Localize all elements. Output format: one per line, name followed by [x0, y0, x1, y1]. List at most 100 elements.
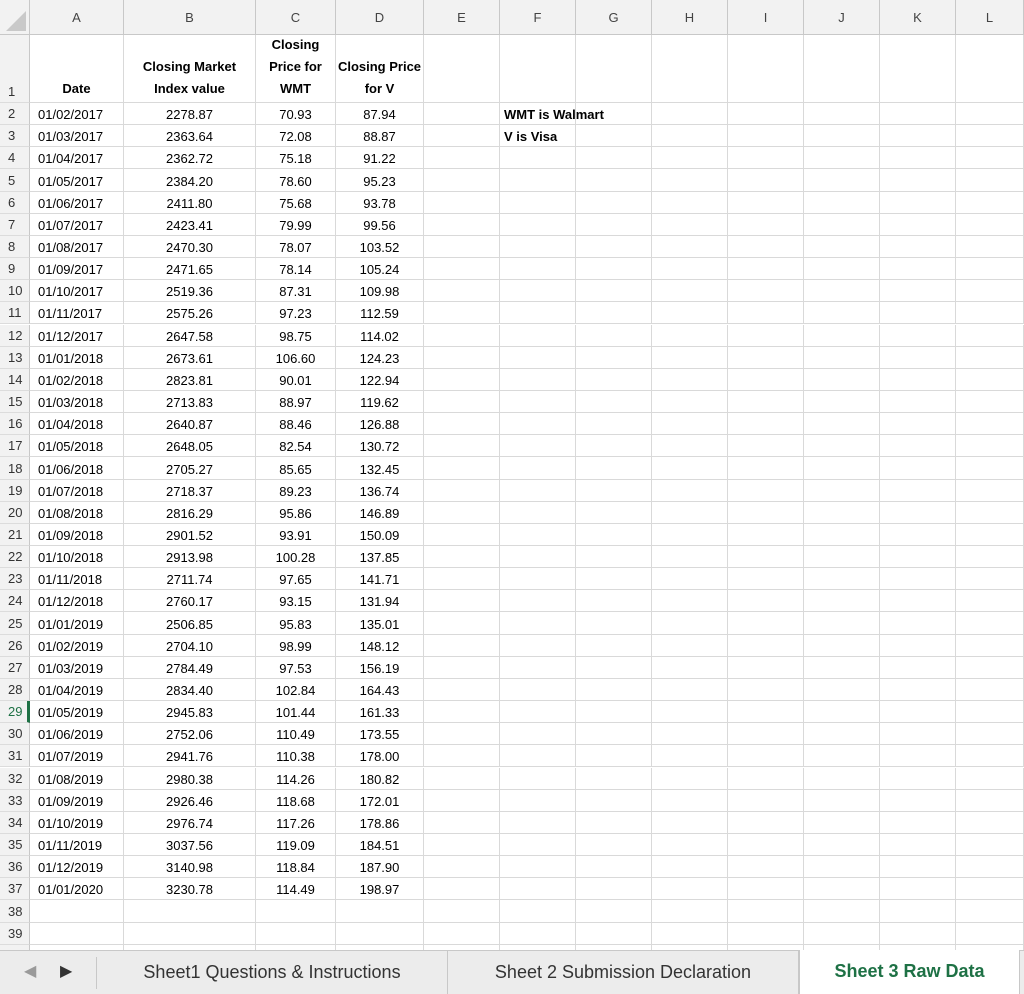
cell-f25[interactable] [500, 612, 576, 635]
row-header-27[interactable]: 27 [0, 656, 30, 679]
cell-g30[interactable] [576, 723, 652, 746]
row-header-12[interactable]: 12 [0, 324, 30, 347]
cell-i34[interactable] [728, 811, 804, 834]
cell-d28[interactable]: 164.43 [336, 678, 424, 702]
cell-h18[interactable] [652, 457, 728, 480]
cell-l12[interactable] [956, 324, 1024, 347]
cell-l28[interactable] [956, 678, 1024, 702]
cell-f12[interactable] [500, 324, 576, 347]
cell-k20[interactable] [880, 501, 956, 524]
cell-c39[interactable] [256, 922, 336, 945]
row-header-14[interactable]: 14 [0, 368, 30, 391]
cell-j3[interactable] [804, 125, 880, 148]
cell-g12[interactable] [576, 324, 652, 347]
cell-e20[interactable] [424, 501, 500, 524]
cell-e18[interactable] [424, 457, 500, 480]
cell-h1[interactable] [652, 35, 728, 103]
cell-f11[interactable] [500, 302, 576, 325]
column-header-g[interactable]: G [576, 0, 652, 35]
cell-k32[interactable] [880, 767, 956, 790]
cell-b4[interactable]: 2362.72 [124, 147, 256, 170]
cell-g28[interactable] [576, 678, 652, 702]
cell-h26[interactable] [652, 634, 728, 657]
row-header-25[interactable]: 25 [0, 612, 30, 635]
cell-c9[interactable]: 78.14 [256, 258, 336, 281]
cell-c8[interactable]: 78.07 [256, 235, 336, 259]
cell-e32[interactable] [424, 767, 500, 790]
row-header-18[interactable]: 18 [0, 457, 30, 480]
row-header-26[interactable]: 26 [0, 634, 30, 657]
cell-l3[interactable] [956, 125, 1024, 148]
cell-j35[interactable] [804, 833, 880, 857]
cell-k10[interactable] [880, 280, 956, 303]
cell-c10[interactable]: 87.31 [256, 280, 336, 303]
cell-b27[interactable]: 2784.49 [124, 656, 256, 679]
cell-a3[interactable]: 01/03/2017 [30, 125, 124, 148]
cell-i2[interactable] [728, 103, 804, 126]
cell-k14[interactable] [880, 368, 956, 391]
cell-f22[interactable] [500, 546, 576, 569]
cell-k5[interactable] [880, 169, 956, 192]
row-header-3[interactable]: 3 [0, 125, 30, 148]
cell-a38[interactable] [30, 900, 124, 923]
cell-h24[interactable] [652, 590, 728, 613]
cell-i5[interactable] [728, 169, 804, 192]
cell-c13[interactable]: 106.60 [256, 346, 336, 369]
cell-e26[interactable] [424, 634, 500, 657]
cell-h30[interactable] [652, 723, 728, 746]
cell-b35[interactable]: 3037.56 [124, 833, 256, 857]
cell-h5[interactable] [652, 169, 728, 192]
column-header-l[interactable]: L [956, 0, 1024, 35]
cell-d3[interactable]: 88.87 [336, 125, 424, 148]
cell-d32[interactable]: 180.82 [336, 767, 424, 790]
cell-a2[interactable]: 01/02/2017 [30, 103, 124, 126]
cell-l38[interactable] [956, 900, 1024, 923]
row-header-4[interactable]: 4 [0, 147, 30, 170]
cell-j22[interactable] [804, 546, 880, 569]
cell-e11[interactable] [424, 302, 500, 325]
cell-c26[interactable]: 98.99 [256, 634, 336, 657]
cell-l31[interactable] [956, 745, 1024, 768]
cell-e28[interactable] [424, 678, 500, 702]
cell-h29[interactable] [652, 701, 728, 724]
cell-f13[interactable] [500, 346, 576, 369]
cell-g36[interactable] [576, 856, 652, 879]
cell-f33[interactable] [500, 789, 576, 812]
cell-d14[interactable]: 122.94 [336, 368, 424, 391]
cell-d20[interactable]: 146.89 [336, 501, 424, 524]
cell-k1[interactable] [880, 35, 956, 103]
cell-f30[interactable] [500, 723, 576, 746]
cell-d22[interactable]: 137.85 [336, 546, 424, 569]
cell-j11[interactable] [804, 302, 880, 325]
cell-j34[interactable] [804, 811, 880, 834]
cell-g8[interactable] [576, 235, 652, 259]
column-header-d[interactable]: D [336, 0, 424, 35]
cell-b2[interactable]: 2278.87 [124, 103, 256, 126]
cell-a9[interactable]: 01/09/2017 [30, 258, 124, 281]
cell-i32[interactable] [728, 767, 804, 790]
cell-g14[interactable] [576, 368, 652, 391]
cell-i36[interactable] [728, 856, 804, 879]
cell-l17[interactable] [956, 435, 1024, 458]
cell-b3[interactable]: 2363.64 [124, 125, 256, 148]
column-header-b[interactable]: B [124, 0, 256, 35]
cell-k38[interactable] [880, 900, 956, 923]
cell-k39[interactable] [880, 922, 956, 945]
cell-c5[interactable]: 78.60 [256, 169, 336, 192]
cell-a36[interactable]: 01/12/2019 [30, 856, 124, 879]
cell-f16[interactable] [500, 413, 576, 436]
cell-k24[interactable] [880, 590, 956, 613]
cell-j9[interactable] [804, 258, 880, 281]
cell-g22[interactable] [576, 546, 652, 569]
cell-f18[interactable] [500, 457, 576, 480]
cell-k26[interactable] [880, 634, 956, 657]
cell-d17[interactable]: 130.72 [336, 435, 424, 458]
cell-f20[interactable] [500, 501, 576, 524]
cell-a16[interactable]: 01/04/2018 [30, 413, 124, 436]
row-header-2[interactable]: 2 [0, 103, 30, 126]
cell-g13[interactable] [576, 346, 652, 369]
cell-h39[interactable] [652, 922, 728, 945]
cell-j4[interactable] [804, 147, 880, 170]
cell-k19[interactable] [880, 479, 956, 502]
cell-b16[interactable]: 2640.87 [124, 413, 256, 436]
